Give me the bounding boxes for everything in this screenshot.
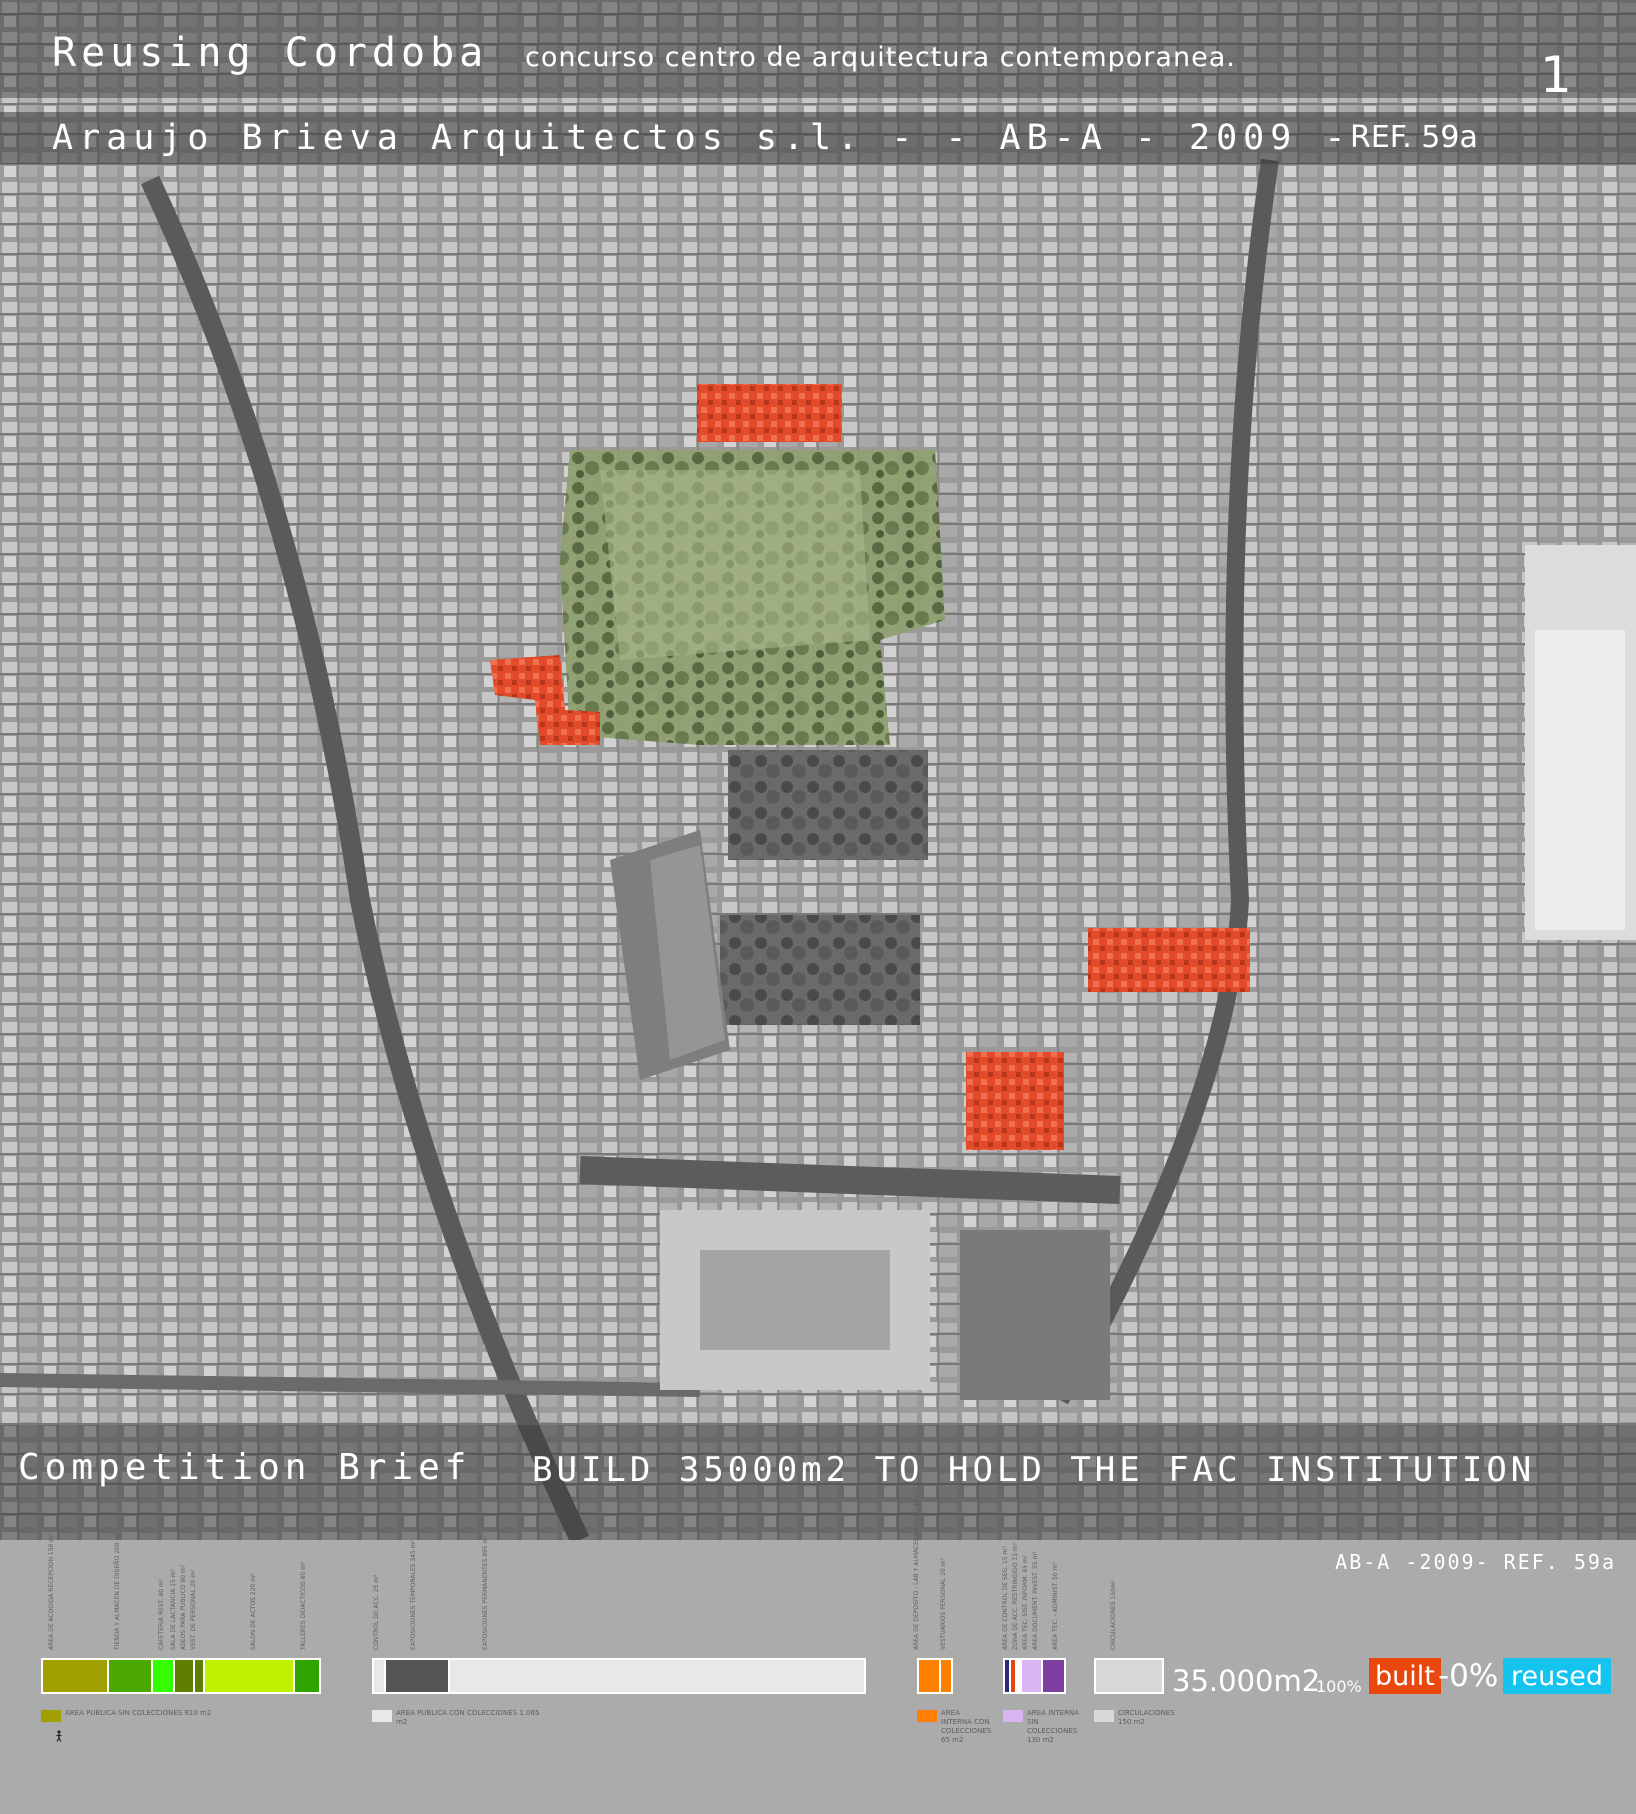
bar-public-no-collections [41,1658,321,1694]
sheet-number: 1 [1540,46,1572,104]
program-label: CONTROL DE ACC. 25 m² [373,1574,380,1650]
person-icon [56,1730,62,1742]
bar-segment [205,1660,295,1692]
legend-text: AREA INTERNA SIN COLECCIONES 130 m2 [1027,1709,1079,1744]
program-label: AREA DOCUMENT. INVEST. 55 m² [1032,1551,1039,1650]
program-label: SALON DE ACTOS 220 m² [250,1573,257,1651]
program-label: CIRCULACIONES 150m² [1110,1579,1117,1650]
legend-swatch [372,1710,392,1722]
program-label: TALLERES DIDACTICOS 80 m² [300,1561,307,1650]
total-percent: 100% [1316,1677,1362,1696]
aerial-photo [0,0,1636,1540]
legend-swatch [917,1710,937,1722]
program-label: AREA TEC. - ADMINIST. 50 m² [1052,1562,1059,1650]
bar-public-with-collections [372,1658,866,1694]
page-title: Reusing Cordoba [52,30,489,76]
program-label: EXPOSICIONES PERMANENTES 895 m² [482,1535,489,1650]
bar-segment [919,1660,941,1692]
bar-segment [386,1660,450,1692]
program-label: VEST. DE PERSONAL 20 m² [190,1569,197,1650]
page-subtitle: concurso centro de arquitectura contempo… [525,42,1236,73]
program-label: TIENDA Y ALMACÉN DE DISEÑO 200 m² [114,1532,121,1650]
program-label: ASEOS PARA PUBLICO 80 m² [180,1564,187,1650]
bar-segment [1042,1660,1064,1692]
aerial-map-illustration [0,0,1636,1540]
bar-segment [43,1660,109,1692]
bar-circulation [1094,1658,1164,1694]
legend-text: AREA PUBLICA SIN COLECCIONES 810 m2 [65,1709,212,1717]
bar-segment [1021,1660,1043,1692]
bar-segment [175,1660,195,1692]
reused-badge: reused [1503,1658,1612,1694]
total-area: 35.000m2 [1172,1664,1321,1698]
program-label: EXPOSICIONES TEMPORALES 345 m² [410,1540,417,1650]
program-label: AREA DE DEPOSITO - LAB Y ALMACENAMIENTO … [913,1489,920,1650]
program-label: AREA DE CONTROL DE SEG. 15 m² [1002,1546,1009,1650]
bar-segment [450,1660,864,1692]
brief-label: Competition Brief [18,1447,472,1488]
program-label: AREA TEC. SIST. INFORM. 45 m² [1022,1554,1029,1650]
bar-segment [1096,1660,1162,1692]
legend-swatch [1094,1710,1114,1722]
program-diagram: AB-A -2009- REF. 59a AREA DE ACOGIDA REC… [0,1489,1636,1814]
program-label: ZONA DE ACC. RESTRINGIDO 15 m² [1012,1542,1019,1650]
brief-text: BUILD 35000m2 TO HOLD THE FAC INSTITUTIO… [532,1450,1536,1490]
bar-segment [195,1660,205,1692]
authors-line: Araujo Brieva Arquitectos s.l. - - AB-A … [52,118,1352,158]
legend-text: AREA INTERNA CON COLECCIONES 65 m2 [941,1709,992,1744]
program-label: VESTUARIOS PERSONAL 20 m² [940,1558,947,1650]
reference-code: REF. 59a [1350,120,1478,155]
program-label: SALA DE LACTANCIA 15 m² [170,1568,177,1650]
legend-swatch [1003,1710,1023,1722]
bar-internal-no-collections [1003,1658,1066,1694]
legend-swatch [41,1710,61,1722]
bar-segment [295,1660,319,1692]
bar-segment [374,1660,386,1692]
bar-segment [941,1660,951,1692]
reused-percent: -0% [1438,1658,1499,1694]
footer-reference: AB-A -2009- REF. 59a [1335,1550,1616,1574]
program-label: CAFETERIA REST. 80 m² [158,1578,165,1650]
bar-segment [109,1660,153,1692]
built-badge: built [1369,1658,1441,1694]
program-label: AREA DE ACOGIDA RECEPCION 150 m² [48,1533,55,1651]
bar-segment [153,1660,175,1692]
legend-text: AREA PUBLICA CON COLECCIONES 1.065 m2 [396,1709,540,1726]
bar-internal-with-collections [917,1658,953,1694]
legend-text: CIRCULACIONES 150 m2 [1118,1709,1175,1726]
